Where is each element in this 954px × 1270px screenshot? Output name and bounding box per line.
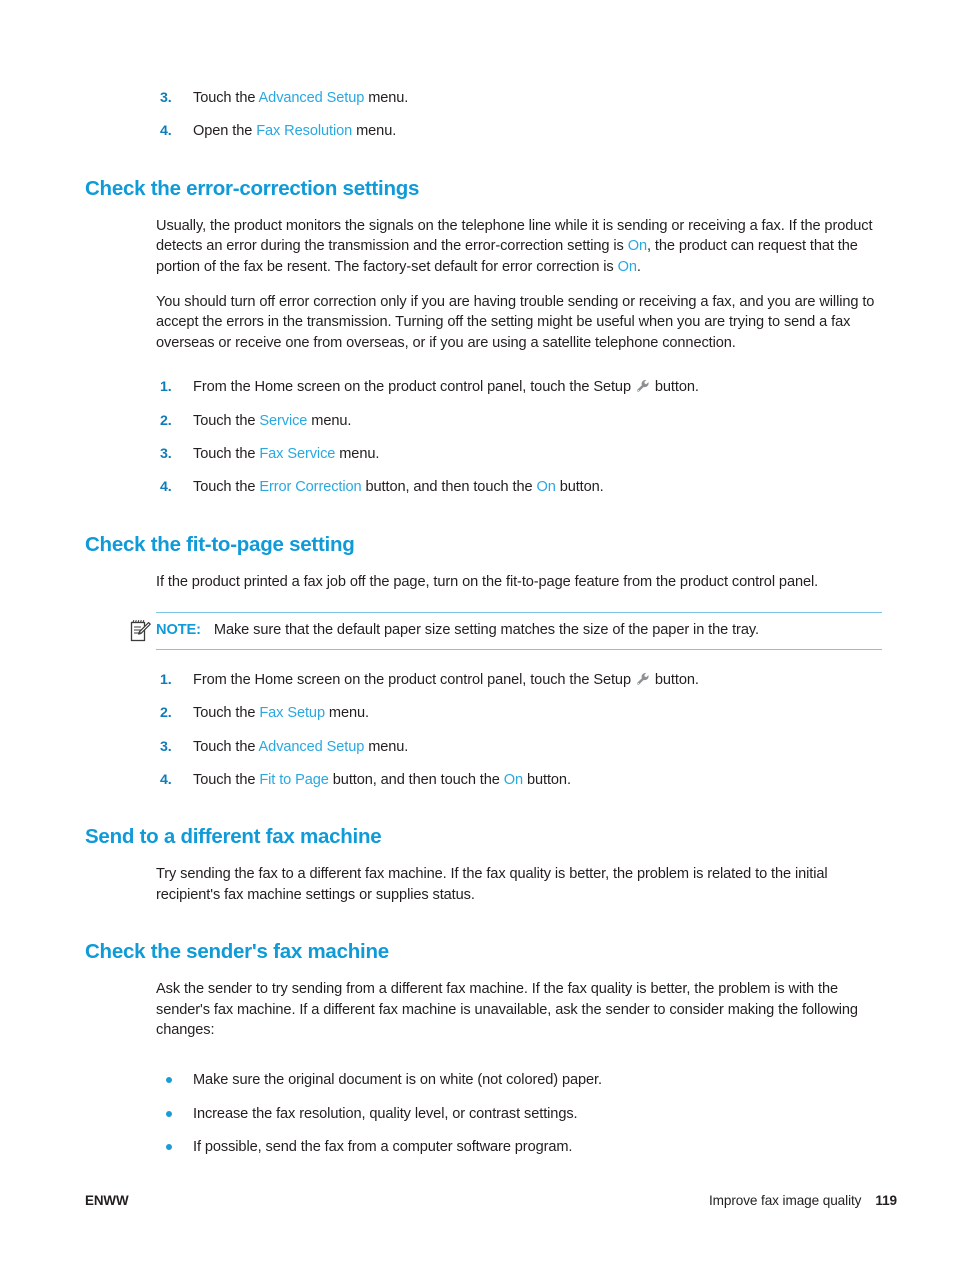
page-content: 3. Touch the Advanced Setup menu. 4. Open … (85, 88, 895, 1158)
list-item: 1. From the Home screen on the product co… (160, 670, 895, 690)
note-label: NOTE: (156, 622, 201, 639)
step-text-mid: button, and then touch the (328, 771, 504, 788)
step-text-pre: From the Home screen on the product cont… (193, 379, 635, 396)
fit-to-page-steps-list: 1. From the Home screen on the product co… (160, 670, 895, 791)
bullet-icon (166, 1077, 172, 1084)
footer-page-number: 119 (875, 1193, 897, 1208)
ui-term-fit-to-page[interactable]: Fit to Page (259, 772, 329, 788)
step-text-pre: From the Home screen on the product cont… (193, 671, 635, 688)
note-text: Make sure that the default paper size se… (213, 622, 759, 639)
section-2-body: If the product printed a fax job off the… (156, 572, 882, 592)
paragraph-text-end: . (636, 258, 641, 275)
ui-term-on[interactable]: On (504, 772, 523, 788)
sender-changes-bullet-list: Make sure the original document is on wh… (160, 1070, 895, 1157)
document-page: 3. Touch the Advanced Setup menu. 4. Open … (0, 0, 954, 1270)
list-number: 2. (160, 705, 172, 722)
list-item: 4. Touch the Fit to Page button, and then… (160, 770, 895, 790)
step-text-post: menu. (307, 412, 352, 429)
paragraph: Usually, the product monitors the signal… (156, 216, 882, 277)
list-item: 2. Touch the Fax Setup menu. (160, 703, 895, 723)
list-item: Make sure the original document is on wh… (160, 1070, 895, 1090)
list-number: 3. (160, 446, 172, 463)
step-text-pre: Touch the (193, 479, 260, 496)
ui-term-on[interactable]: On (618, 259, 637, 275)
ui-term-error-correction[interactable]: Error Correction (259, 479, 361, 495)
step-text-post: menu. (335, 446, 380, 463)
paragraph: Ask the sender to try sending from a dif… (156, 981, 858, 1038)
list-item: 3. Touch the Advanced Setup menu. (160, 737, 895, 757)
step-text-pre: Touch the (193, 705, 260, 722)
footer-right: Improve fax image quality 119 (709, 1193, 897, 1208)
ui-term-fax-setup[interactable]: Fax Setup (259, 705, 325, 721)
list-item: 4. Touch the Error Correction button, and… (160, 477, 895, 497)
list-item: 3. Touch the Advanced Setup menu. (160, 88, 895, 108)
list-number: 4. (160, 123, 172, 140)
top-steps-list: 3. Touch the Advanced Setup menu. 4. Open … (160, 88, 895, 142)
list-number: 3. (160, 738, 172, 755)
bullet-text: Make sure the original document is on wh… (193, 1072, 602, 1089)
note-pencil-icon (130, 619, 151, 643)
ui-term-on[interactable]: On (628, 238, 647, 254)
footer-chapter-title: Improve fax image quality (708, 1193, 862, 1208)
list-number: 1. (160, 379, 172, 396)
list-item: 2. Touch the Service menu. (160, 411, 895, 431)
step-text-post: button. (523, 771, 571, 788)
heading-check-fit-to-page-setting: Check the fit-to-page setting (85, 532, 355, 556)
bullet-icon (166, 1144, 172, 1151)
step-text-post: menu. (324, 705, 369, 722)
list-item: 3. Touch the Fax Service menu. (160, 444, 895, 464)
step-text-pre: Touch the (193, 412, 260, 429)
heading-check-error-correction-settings: Check the error-correction settings (85, 176, 420, 200)
step-text-post: button. (555, 479, 604, 496)
list-item: Increase the fax resolution, quality lev… (160, 1104, 895, 1124)
section-4-body: Ask the sender to try sending from a dif… (156, 979, 882, 1040)
section-3-body: Try sending the fax to a different fax m… (156, 864, 882, 905)
step-text-post: menu. (364, 738, 409, 755)
paragraph: You should turn off error correction onl… (156, 294, 875, 351)
error-correction-steps-list: 1. From the Home screen on the product co… (160, 377, 895, 498)
list-item: If possible, send the fax from a compute… (160, 1137, 895, 1157)
list-item: 4. Open the Fax Resolution menu. (160, 121, 895, 141)
list-item: 1. From the Home screen on the product co… (160, 377, 895, 397)
step-text-post: menu. (364, 90, 409, 106)
paragraph: If the product printed a fax job off the… (156, 573, 819, 590)
section-1-body: Usually, the product monitors the signal… (156, 216, 882, 353)
footer-left-label: ENWW (85, 1193, 129, 1208)
list-number: 3. (160, 90, 172, 106)
bullet-text: Increase the fax resolution, quality lev… (193, 1105, 578, 1122)
page-footer: ENWW Improve fax image quality 119 (85, 1193, 897, 1208)
step-text-post: button. (650, 379, 699, 396)
step-text-post: menu. (352, 123, 397, 140)
ui-term-on[interactable]: On (536, 479, 555, 495)
ui-term-fax-service[interactable]: Fax Service (259, 446, 335, 462)
list-number: 1. (160, 671, 172, 688)
step-text-pre: Touch the (193, 771, 260, 788)
step-text-pre: Open the (193, 123, 257, 140)
list-number: 4. (160, 771, 172, 788)
ui-term-fax-resolution[interactable]: Fax Resolution (256, 123, 352, 139)
step-text-mid: button, and then touch the (361, 479, 537, 496)
list-number: 4. (160, 479, 172, 496)
ui-term-advanced-setup[interactable]: Advanced Setup (259, 739, 365, 755)
note-admonition: NOTE: Make sure that the default paper si… (130, 612, 882, 650)
list-number: 2. (160, 412, 172, 429)
ui-term-advanced-setup[interactable]: Advanced Setup (259, 90, 365, 106)
bullet-icon (166, 1110, 172, 1117)
paragraph: Try sending the fax to a different fax m… (156, 866, 828, 903)
step-text-post: button. (650, 671, 699, 688)
step-text-pre: Touch the (193, 446, 260, 463)
wrench-icon (636, 672, 650, 686)
step-text-pre: Touch the (193, 90, 259, 106)
ui-term-service[interactable]: Service (259, 413, 307, 429)
heading-check-senders-fax-machine: Check the sender's fax machine (85, 940, 389, 964)
step-text-pre: Touch the (193, 738, 259, 755)
wrench-icon (636, 379, 650, 393)
bullet-text: If possible, send the fax from a compute… (193, 1139, 573, 1156)
heading-send-to-different-fax-machine: Send to a different fax machine (85, 825, 382, 849)
